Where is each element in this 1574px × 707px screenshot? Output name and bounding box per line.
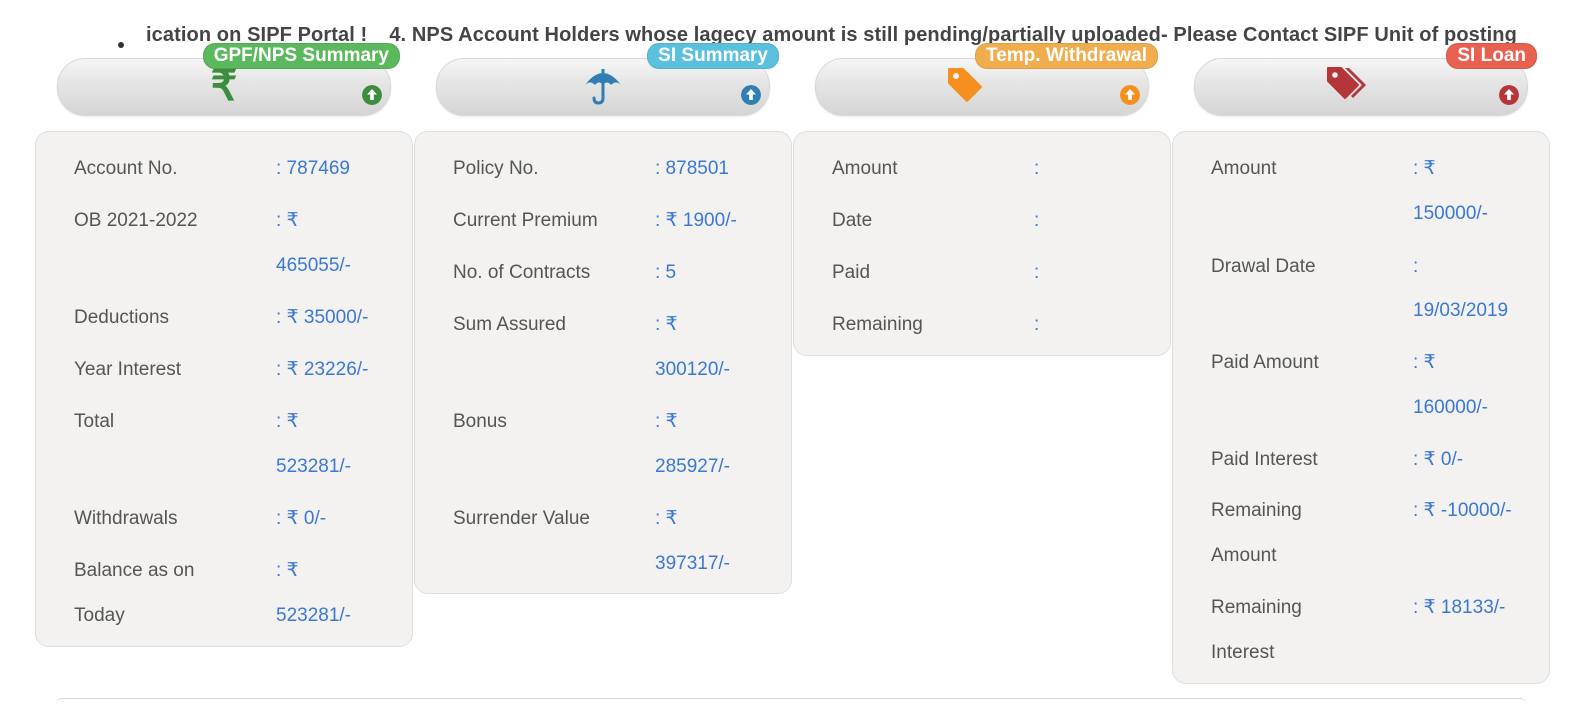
detail-value: : ₹ 1900/- <box>655 210 737 231</box>
tile-si-summary[interactable]: SI Summary <box>436 43 779 116</box>
detail-value: : ₹ 0/- <box>1413 449 1464 470</box>
detail-value: 397317/- <box>655 553 731 574</box>
tile-badge: SI Loan <box>1446 43 1537 69</box>
next-panel-edge <box>56 698 1526 707</box>
detail-value: : ₹ <box>1413 352 1436 373</box>
detail-value: : ₹ <box>655 411 678 432</box>
detail-value: : ₹ <box>1413 158 1436 179</box>
detail-label: Paid Interest <box>1211 449 1318 470</box>
detail-label: Drawal Date <box>1211 256 1316 277</box>
detail-label: Today <box>74 605 125 626</box>
detail-value: 523281/- <box>276 605 352 626</box>
rupee-icon: ₹ <box>210 62 238 109</box>
detail-label: Total <box>74 411 115 432</box>
detail-label: OB 2021-2022 <box>74 210 198 231</box>
detail-label: Paid <box>832 262 871 283</box>
arrow-up-circle-icon[interactable] <box>362 85 382 105</box>
detail-value: 150000/- <box>1413 203 1489 224</box>
detail-label: Year Interest <box>74 359 182 380</box>
detail-value: : 787469 <box>276 158 350 179</box>
detail-value: 465055/- <box>276 255 352 276</box>
detail-value: : ₹ <box>655 508 678 529</box>
detail-value: : ₹ <box>276 411 299 432</box>
tile-badge: Temp. Withdrawal <box>975 43 1158 69</box>
detail-value: : <box>1034 314 1040 335</box>
detail-label: Remaining <box>1211 500 1302 521</box>
detail-label: Account No. <box>74 158 178 179</box>
detail-label: Withdrawals <box>74 508 178 529</box>
detail-label: Sum Assured <box>453 314 566 335</box>
tags-icon <box>1326 67 1366 99</box>
detail-label: Amount <box>1211 158 1277 179</box>
detail-label: Paid Amount <box>1211 352 1319 373</box>
si-details-card: Policy No. : 878501 Current Premium : ₹ … <box>414 131 792 594</box>
tile-gpf-nps-summary[interactable]: GPF/NPS Summary ₹ <box>57 43 400 116</box>
detail-label: Amount <box>832 158 898 179</box>
umbrella-icon <box>585 69 621 105</box>
detail-value: : ₹ -10000/- <box>1413 500 1512 521</box>
tile-badge: SI Summary <box>647 43 779 69</box>
detail-value: : <box>1034 210 1040 231</box>
detail-label: Date <box>832 210 873 231</box>
detail-value: 523281/- <box>276 456 352 477</box>
detail-value: 285927/- <box>655 456 731 477</box>
detail-value: : ₹ <box>276 560 299 581</box>
detail-value: 300120/- <box>655 359 731 380</box>
detail-value: : ₹ 23226/- <box>276 359 369 380</box>
detail-value: : <box>1034 262 1040 283</box>
detail-value: : 878501 <box>655 158 729 179</box>
gpf-nps-details-card: Account No. : 787469 OB 2021-2022 : ₹ 46… <box>35 131 413 647</box>
arrow-up-circle-icon[interactable] <box>1120 85 1140 105</box>
tag-icon <box>948 68 983 102</box>
detail-value: 160000/- <box>1413 397 1489 418</box>
arrow-up-circle-icon[interactable] <box>1499 85 1519 105</box>
tile-si-loan[interactable]: SI Loan <box>1194 43 1537 116</box>
detail-label: Bonus <box>453 411 507 432</box>
detail-label: Policy No. <box>453 158 539 179</box>
detail-label: Amount <box>1211 545 1277 566</box>
detail-value: : ₹ <box>276 210 299 231</box>
detail-label: Deductions <box>74 307 170 328</box>
temp-withdrawal-details-card: Amount : Date : Paid : Remaining : <box>793 131 1171 356</box>
tile-temp-withdrawal[interactable]: Temp. Withdrawal <box>815 43 1158 116</box>
detail-label: Current Premium <box>453 210 598 231</box>
detail-value: : <box>1034 158 1040 179</box>
detail-value: : ₹ 18133/- <box>1413 597 1506 618</box>
detail-label: Interest <box>1211 642 1275 663</box>
detail-value: 19/03/2019 <box>1413 300 1509 321</box>
detail-value: : ₹ 35000/- <box>276 307 369 328</box>
detail-value: : ₹ 0/- <box>276 508 327 529</box>
detail-label: Balance as on <box>74 560 195 581</box>
si-loan-details-card: Amount : ₹ 150000/- Drawal Date : 19/03/… <box>1172 131 1550 684</box>
detail-label: Remaining <box>832 314 923 335</box>
bullet-icon <box>118 42 124 48</box>
detail-label: Remaining <box>1211 597 1302 618</box>
arrow-up-circle-icon[interactable] <box>741 85 761 105</box>
detail-value: : ₹ <box>655 314 678 335</box>
detail-value: : 5 <box>655 262 677 283</box>
detail-label: Surrender Value <box>453 508 590 529</box>
ticker-segment: 4. NPS Account Holders whose lagecy amou… <box>389 24 1517 46</box>
detail-label: No. of Contracts <box>453 262 591 283</box>
detail-value: : <box>1413 256 1419 277</box>
